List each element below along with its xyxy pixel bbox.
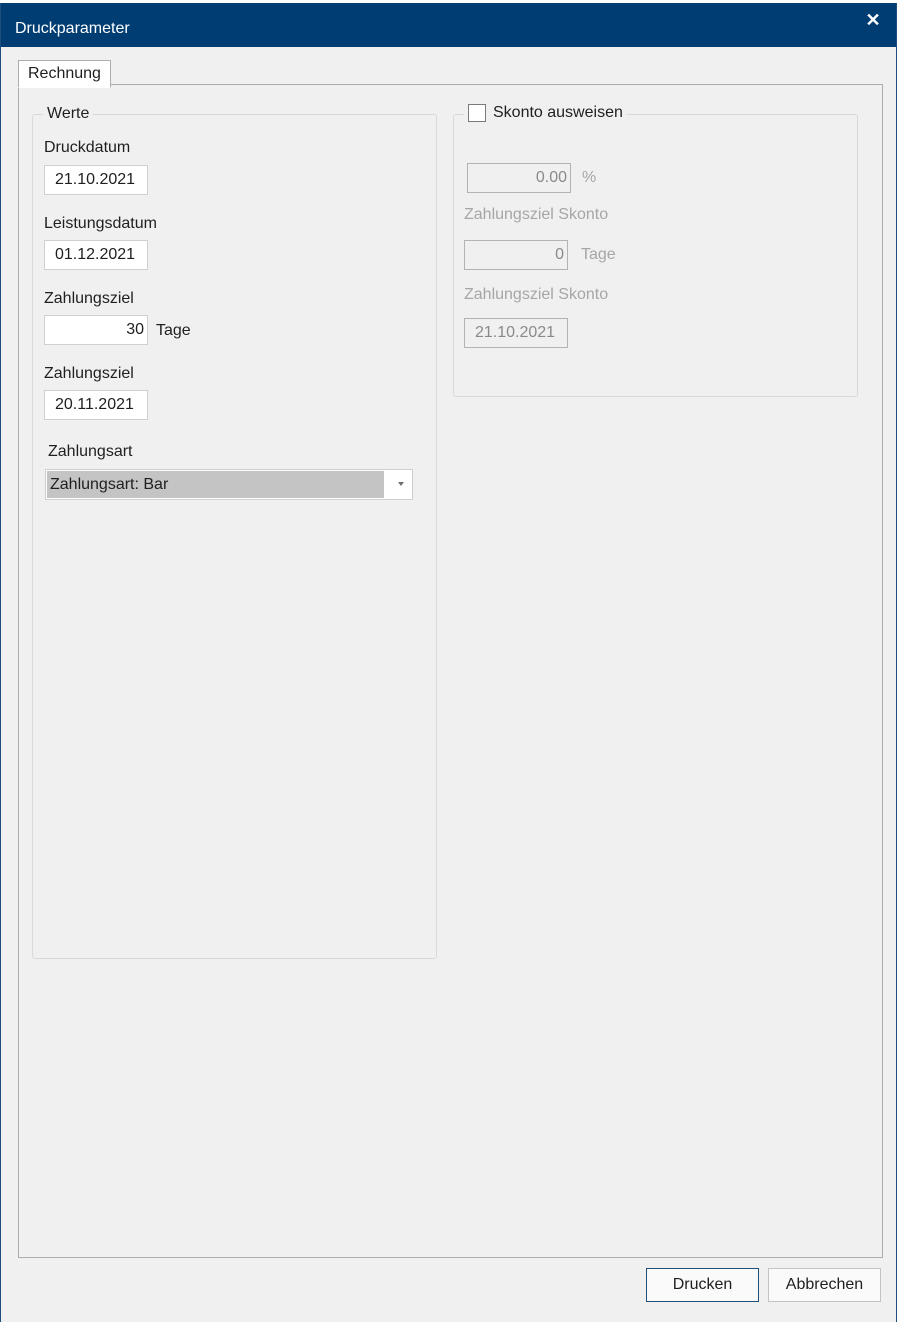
- skonto-ziel-datum-field: 21.10.2021: [464, 318, 568, 348]
- skonto-group: Skonto ausweisen 0.00 % Zahlungsziel Sko…: [453, 104, 858, 397]
- zahlungsziel-datum-label: Zahlungsziel: [44, 365, 134, 382]
- cancel-button[interactable]: Abbrechen: [768, 1268, 881, 1302]
- dialog-titlebar: Druckparameter ✕: [1, 3, 896, 47]
- print-button[interactable]: Drucken: [646, 1268, 759, 1302]
- skonto-checkbox-label[interactable]: Skonto ausweisen: [493, 104, 623, 122]
- zahlungsziel-tage-field[interactable]: 30: [44, 315, 148, 345]
- close-icon[interactable]: ✕: [864, 11, 882, 29]
- tab-panel-rechnung: Werte Druckdatum 21.10.2021 Leistungsdat…: [18, 84, 883, 1258]
- zahlungsziel-tage-label: Zahlungsziel: [44, 290, 134, 307]
- werte-group-legend: Werte: [43, 105, 94, 123]
- dialog-title: Druckparameter: [15, 20, 130, 37]
- zahlungsziel-tage-unit: Tage: [156, 322, 191, 339]
- leistungsdatum-label: Leistungsdatum: [44, 215, 157, 232]
- zahlungsart-select[interactable]: Zahlungsart: Bar: [45, 469, 413, 500]
- skonto-ziel-tage-label: Zahlungsziel Skonto: [464, 206, 609, 223]
- zahlungsziel-datum-field[interactable]: 20.11.2021: [44, 390, 148, 420]
- skonto-percent-unit: %: [582, 169, 597, 186]
- skonto-ziel-tage-field: 0: [464, 240, 568, 270]
- chevron-down-icon[interactable]: [398, 482, 404, 486]
- skonto-ziel-datum-label: Zahlungsziel Skonto: [464, 286, 609, 303]
- leistungsdatum-field[interactable]: 01.12.2021: [44, 240, 148, 270]
- skonto-group-legend: Skonto ausweisen: [464, 104, 627, 122]
- druckdatum-label: Druckdatum: [44, 139, 131, 156]
- skonto-ziel-tage-unit: Tage: [581, 246, 616, 263]
- werte-group: Werte Druckdatum 21.10.2021 Leistungsdat…: [32, 105, 437, 959]
- tab-rechnung[interactable]: Rechnung: [18, 60, 111, 88]
- print-parameters-dialog: Druckparameter ✕ Rechnung Werte Druckdat…: [0, 3, 897, 1322]
- skonto-percent-field: 0.00: [467, 163, 571, 193]
- druckdatum-field[interactable]: 21.10.2021: [44, 165, 148, 195]
- zahlungsart-label: Zahlungsart: [48, 443, 133, 460]
- zahlungsart-selected-value: Zahlungsart: Bar: [47, 471, 384, 498]
- skonto-checkbox[interactable]: [468, 104, 486, 122]
